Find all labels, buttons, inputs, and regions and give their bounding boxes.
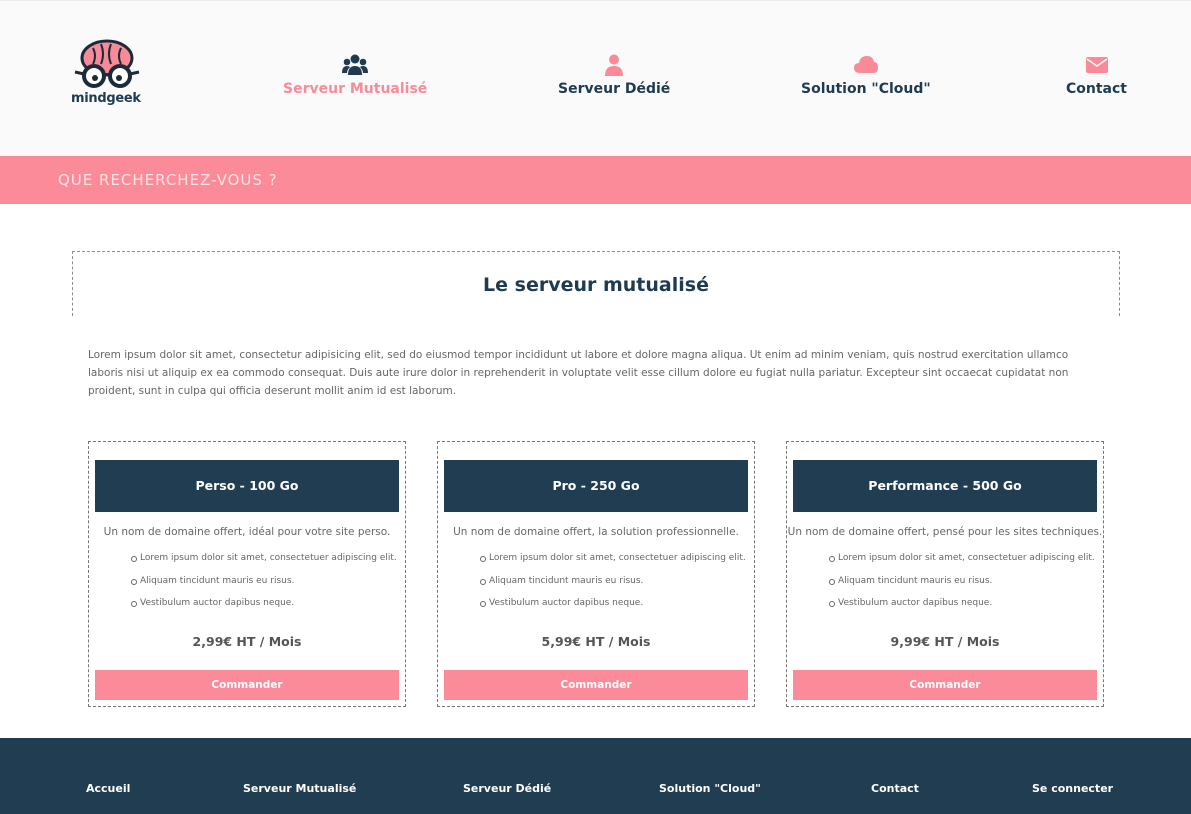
offer-card-pro: Pro - 250 Go Un nom de domaine offert, l… <box>437 441 755 707</box>
offer-price: 5,99€ HT / Mois <box>541 634 651 649</box>
offer-price: 2,99€ HT / Mois <box>192 634 302 649</box>
offer-price: 9,99€ HT / Mois <box>890 634 1000 649</box>
offer-card-perso: Perso - 100 Go Un nom de domaine offert,… <box>88 441 406 707</box>
offer-card-performance: Performance - 500 Go Un nom de domaine o… <box>786 441 1104 707</box>
search-band <box>0 156 1191 204</box>
envelope-icon <box>1085 57 1108 73</box>
nav-solution-cloud[interactable]: Solution "Cloud" <box>801 53 931 97</box>
order-button[interactable]: Commander <box>444 670 748 700</box>
search-input[interactable] <box>58 167 658 193</box>
offer-subtitle: Un nom de domaine offert, idéal pour vot… <box>103 526 391 538</box>
nav-label: Contact <box>1066 81 1127 97</box>
feature-item: Vestibulum auctor dapibus neque. <box>480 598 746 621</box>
order-button[interactable]: Commander <box>95 670 399 700</box>
feature-item: Lorem ipsum dolor sit amet, consectetuer… <box>131 553 397 576</box>
feature-item: Aliquam tincidunt mauris eu risus. <box>829 576 1095 599</box>
footer-link-se-connecter[interactable]: Se connecter <box>1032 782 1113 795</box>
user-icon <box>605 54 624 76</box>
offer-subtitle: Un nom de domaine offert, la solution pr… <box>453 526 739 538</box>
feature-item: Aliquam tincidunt mauris eu risus. <box>131 576 397 599</box>
footer-link-serveur-mutualise[interactable]: Serveur Mutualisé <box>243 782 356 795</box>
feature-item: Aliquam tincidunt mauris eu risus. <box>480 576 746 599</box>
nav-contact[interactable]: Contact <box>1066 53 1127 97</box>
nav-label: Solution "Cloud" <box>801 81 931 97</box>
offer-title: Perso - 100 Go <box>95 460 399 512</box>
nav-label: Serveur Dédié <box>558 81 671 97</box>
nav-serveur-dedie[interactable]: Serveur Dédié <box>558 53 670 97</box>
intro-paragraph: Lorem ipsum dolor sit amet, consectetur … <box>88 349 1069 397</box>
feature-item: Vestibulum auctor dapibus neque. <box>829 598 1095 621</box>
offer-title: Performance - 500 Go <box>793 460 1097 512</box>
feature-list: Lorem ipsum dolor sit amet, consectetuer… <box>829 553 1095 621</box>
nav-label: Serveur Mutualisé <box>283 81 428 97</box>
offer-subtitle: Un nom de domaine offert, pensé pour les… <box>787 526 1103 538</box>
site-footer: Accueil Serveur Mutualisé Serveur Dédié … <box>0 738 1191 814</box>
section-title-box: Le serveur mutualisé <box>72 251 1120 316</box>
footer-link-accueil[interactable]: Accueil <box>86 782 130 795</box>
offer-title: Pro - 250 Go <box>444 460 748 512</box>
footer-link-serveur-dedie[interactable]: Serveur Dédié <box>463 782 551 795</box>
order-button[interactable]: Commander <box>793 670 1097 700</box>
logo-text: mindgeek <box>71 91 141 106</box>
users-icon <box>342 54 369 75</box>
footer-link-solution-cloud[interactable]: Solution "Cloud" <box>659 782 761 795</box>
feature-list: Lorem ipsum dolor sit amet, consectetuer… <box>480 553 746 621</box>
feature-item: Vestibulum auctor dapibus neque. <box>131 598 397 621</box>
page-title: Le serveur mutualisé <box>483 274 709 296</box>
cloud-icon <box>853 56 878 73</box>
feature-item: Lorem ipsum dolor sit amet, consectetuer… <box>829 553 1095 576</box>
feature-list: Lorem ipsum dolor sit amet, consectetuer… <box>131 553 397 621</box>
feature-item: Lorem ipsum dolor sit amet, consectetuer… <box>480 553 746 576</box>
site-header: mindgeek Serveur Mutualisé Serveur Dédié… <box>0 0 1191 156</box>
footer-link-contact[interactable]: Contact <box>871 782 919 795</box>
nav-serveur-mutualise[interactable]: Serveur Mutualisé <box>283 53 427 97</box>
